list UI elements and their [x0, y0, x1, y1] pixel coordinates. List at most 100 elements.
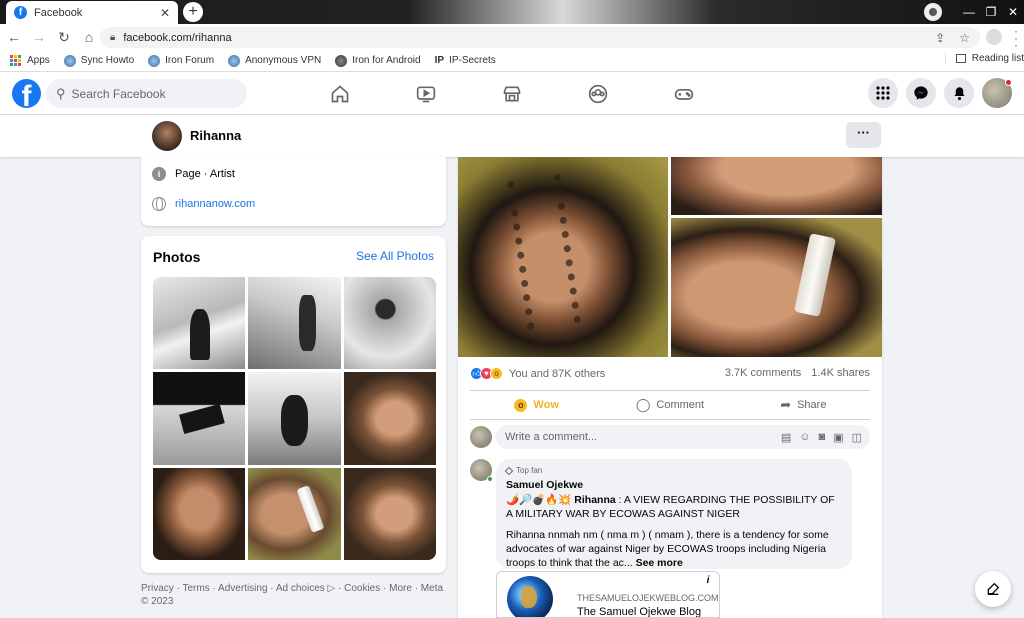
account-avatar[interactable] — [982, 78, 1012, 108]
page-title[interactable]: Rihanna — [190, 128, 241, 143]
camera-icon[interactable]: ◙ — [819, 431, 826, 444]
globe-icon — [335, 54, 348, 67]
iron-globe-icon — [63, 54, 76, 67]
comment-author[interactable]: Samuel Ojekwe — [506, 478, 842, 492]
website-link[interactable]: rihannanow.com — [175, 198, 255, 210]
avatar-sticker-icon[interactable]: ◫ — [852, 431, 862, 444]
facebook-logo-icon[interactable]: f — [12, 79, 41, 108]
user-avatar[interactable] — [470, 426, 492, 448]
emoji-string: 🌶️🔎💣🔥💥 — [506, 494, 572, 506]
page-avatar[interactable] — [152, 121, 182, 151]
bookmark-iron-for-android[interactable]: Iron for Android — [335, 54, 421, 67]
nav-groups[interactable] — [555, 72, 641, 115]
close-window-button[interactable]: ✕ — [1002, 5, 1024, 19]
page-category: Page · Artist — [175, 168, 235, 180]
forward-arrow-icon[interactable]: → — [28, 29, 50, 45]
photo-thumbnail[interactable] — [248, 372, 341, 465]
more-options-button[interactable]: ··· — [846, 122, 881, 148]
search-bar[interactable]: ⚲ — [46, 79, 247, 108]
bookmark-sync-howto[interactable]: Sync Howto — [63, 54, 134, 67]
photos-grid — [153, 277, 436, 560]
browser-menu-icon[interactable]: · · · — [1014, 25, 1018, 51]
maximize-button[interactable]: ❐ — [980, 5, 1002, 19]
see-more-link[interactable]: See more — [636, 557, 683, 569]
tab-close-icon[interactable]: ✕ — [160, 6, 170, 20]
nav-watch[interactable] — [383, 72, 469, 115]
link-preview[interactable]: THESAMUELOJEKWEBLOG.COM The Samuel Ojekw… — [496, 571, 720, 618]
photo-thumbnail[interactable] — [153, 277, 246, 370]
gif-icon[interactable]: ▣ — [833, 431, 843, 444]
compose-icon — [987, 582, 1000, 595]
photo-thumbnail[interactable] — [343, 372, 436, 465]
reactions-count: You and 87K others — [509, 367, 606, 380]
bookmark-star-icon[interactable]: ☆ — [959, 31, 970, 45]
info-icon: i — [152, 167, 166, 181]
share-button[interactable]: ➦ Share — [737, 391, 870, 419]
post-image[interactable] — [458, 157, 668, 357]
page-header-bar: Rihanna ··· — [0, 115, 1024, 157]
download-indicator-icon[interactable] — [924, 3, 942, 21]
commenter-avatar[interactable] — [470, 459, 493, 482]
emoji-icon[interactable]: ☺ — [799, 431, 810, 444]
ip-icon: IP — [434, 55, 445, 66]
footer-links[interactable]: Privacy · Terms · Advertising · Ad choic… — [141, 582, 446, 608]
comment-input[interactable] — [505, 431, 755, 443]
search-input[interactable] — [71, 86, 232, 101]
diamond-icon — [504, 466, 514, 476]
comment-box[interactable]: ▤ ☺ ◙ ▣ ◫ — [496, 425, 870, 449]
see-all-photos-link[interactable]: See All Photos — [356, 249, 434, 263]
bookmark-anonymous-vpn[interactable]: Anonymous VPN — [228, 54, 321, 67]
minimize-button[interactable]: — — [958, 5, 980, 19]
new-message-button[interactable] — [975, 571, 1011, 607]
bookmarks-bar: Apps Sync Howto Iron Forum Anonymous VPN… — [0, 50, 1024, 72]
notifications-button[interactable] — [944, 78, 974, 108]
nav-gaming[interactable] — [641, 72, 727, 115]
photo-thumbnail[interactable] — [153, 372, 246, 465]
photo-thumbnail[interactable] — [153, 467, 246, 560]
share-page-icon[interactable]: ⇪ — [935, 31, 945, 45]
wow-button[interactable]: o Wow — [470, 391, 603, 419]
gaming-icon — [674, 88, 694, 100]
back-arrow-icon[interactable]: ← — [3, 29, 25, 45]
watch-icon — [416, 86, 436, 102]
url-text[interactable]: facebook.com/rihanna — [123, 32, 935, 44]
post-image[interactable] — [671, 218, 882, 357]
bookmark-iron-forum[interactable]: Iron Forum — [148, 54, 214, 67]
reading-list-button[interactable]: Reading list — [944, 53, 1024, 64]
nav-home[interactable] — [297, 72, 383, 115]
post-image[interactable] — [671, 157, 882, 215]
browser-toolbar: ← → ↻ ⌂ 🔒︎ facebook.com/rihanna ⇪ ☆ · · · — [0, 24, 1024, 51]
shares-count[interactable]: 1.4K shares — [811, 367, 870, 379]
info-icon[interactable]: i — [699, 572, 717, 590]
messenger-button[interactable] — [906, 78, 936, 108]
globe-icon — [152, 197, 166, 211]
blog-globe-image — [507, 576, 553, 617]
window-controls: — ❐ ✕ — [924, 0, 1024, 24]
photo-thumbnail[interactable] — [248, 467, 341, 560]
home-icon — [331, 84, 349, 102]
menu-grid-icon — [876, 86, 890, 100]
comments-count[interactable]: 3.7K comments — [725, 367, 801, 379]
photo-thumbnail[interactable] — [343, 467, 436, 560]
address-bar[interactable]: 🔒︎ facebook.com/rihanna ⇪ ☆ — [100, 27, 980, 48]
comment-button[interactable]: ◯ Comment — [603, 391, 736, 419]
reactions-summary[interactable]: 👍︎ ♥ o You and 87K others — [470, 367, 605, 380]
menu-button[interactable] — [868, 78, 898, 108]
photo-thumbnail[interactable] — [343, 277, 436, 370]
home-page-icon[interactable]: ⌂ — [78, 29, 100, 45]
nav-marketplace[interactable] — [469, 72, 555, 115]
notification-dot-icon — [1005, 79, 1012, 86]
bookmark-apps[interactable]: Apps — [10, 55, 50, 66]
groups-icon — [588, 84, 608, 103]
reload-icon[interactable]: ↻ — [53, 29, 75, 46]
intro-card: i Page · Artist rihannanow.com — [141, 157, 446, 226]
browser-profile-icon[interactable] — [986, 29, 1002, 45]
intro-category-row: i Page · Artist — [152, 167, 235, 181]
mention-link[interactable]: Rihanna — [574, 494, 615, 506]
new-tab-button[interactable]: + — [183, 2, 203, 22]
photo-thumbnail[interactable] — [248, 277, 341, 370]
lock-icon[interactable]: 🔒︎ — [110, 32, 115, 43]
bookmark-ip-secrets[interactable]: IP IP-Secrets — [435, 55, 496, 66]
browser-tab-facebook[interactable]: f Facebook ✕ — [6, 1, 178, 24]
sticker-icon[interactable]: ▤ — [781, 431, 791, 444]
